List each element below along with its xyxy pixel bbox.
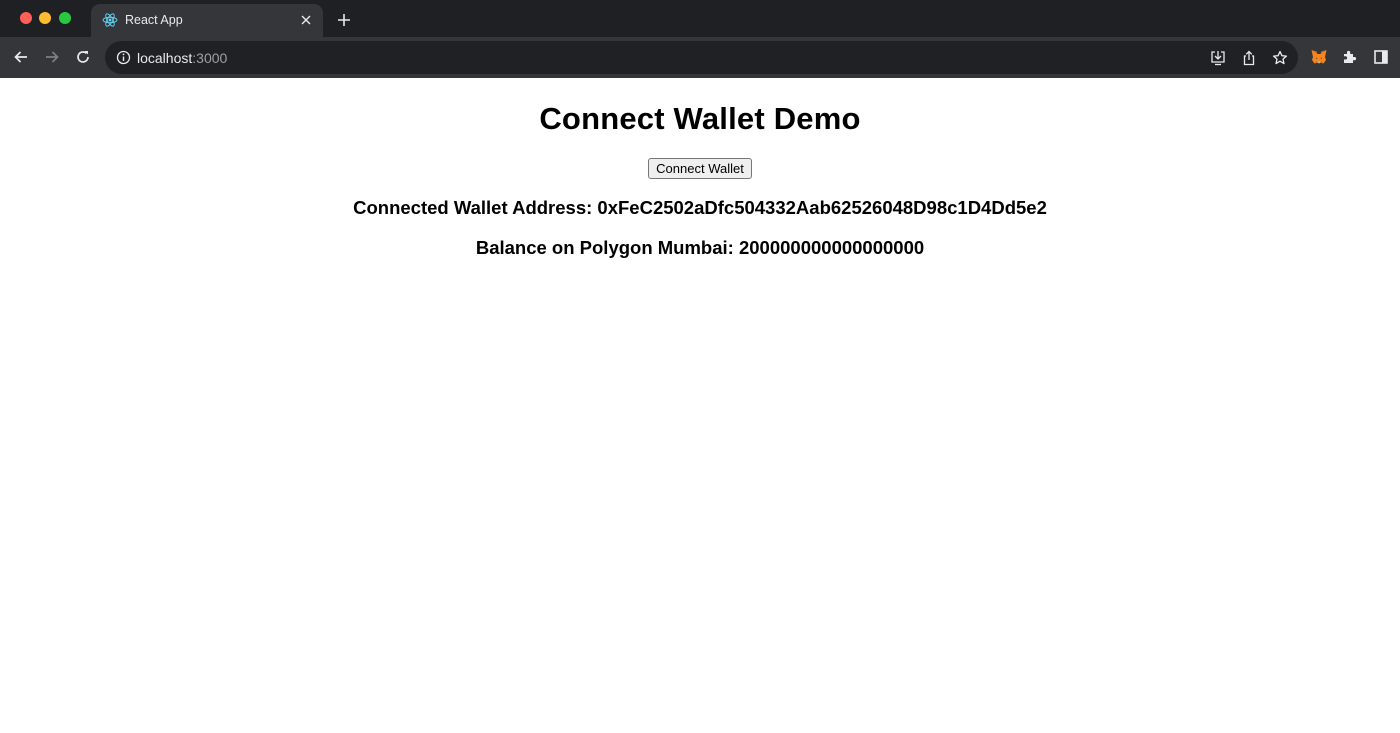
tab-strip: React App bbox=[0, 0, 1400, 37]
side-panel-icon[interactable] bbox=[1371, 47, 1391, 67]
star-icon[interactable] bbox=[1271, 49, 1289, 67]
arrow-right-icon[interactable] bbox=[42, 47, 62, 67]
reload-icon[interactable] bbox=[73, 47, 93, 67]
install-app-icon[interactable] bbox=[1209, 49, 1227, 67]
tab-react-app[interactable]: React App bbox=[91, 4, 323, 37]
url-port: :3000 bbox=[192, 50, 228, 66]
puzzle-icon[interactable] bbox=[1340, 47, 1360, 67]
minimize-window-button[interactable] bbox=[39, 12, 51, 24]
metamask-fox-icon[interactable] bbox=[1309, 47, 1329, 67]
react-logo-icon bbox=[102, 12, 118, 28]
wallet-balance-text: Balance on Polygon Mumbai: 2000000000000… bbox=[475, 237, 925, 258]
url-host: localhost bbox=[137, 50, 193, 66]
url-text: localhost:3000 bbox=[137, 50, 227, 66]
tab-title: React App bbox=[125, 13, 183, 27]
info-icon[interactable] bbox=[116, 50, 131, 65]
connect-wallet-button[interactable]: Connect Wallet bbox=[648, 158, 752, 179]
close-tab-icon[interactable] bbox=[298, 12, 314, 28]
browser-toolbar: localhost:3000 bbox=[0, 37, 1400, 78]
page-content: Connect Wallet Demo Connect Wallet Conne… bbox=[0, 78, 1400, 733]
wallet-address-text: Connected Wallet Address: 0xFeC2502aDfc5… bbox=[353, 197, 1047, 218]
zoom-window-button[interactable] bbox=[59, 12, 71, 24]
page-title: Connect Wallet Demo bbox=[539, 101, 861, 136]
address-bar[interactable]: localhost:3000 bbox=[105, 41, 1298, 74]
close-window-button[interactable] bbox=[20, 12, 32, 24]
new-tab-icon[interactable] bbox=[334, 10, 354, 30]
browser-window: React App localhost:3000 Connect Wallet … bbox=[0, 0, 1400, 733]
arrow-left-icon[interactable] bbox=[11, 47, 31, 67]
share-icon[interactable] bbox=[1240, 49, 1258, 67]
